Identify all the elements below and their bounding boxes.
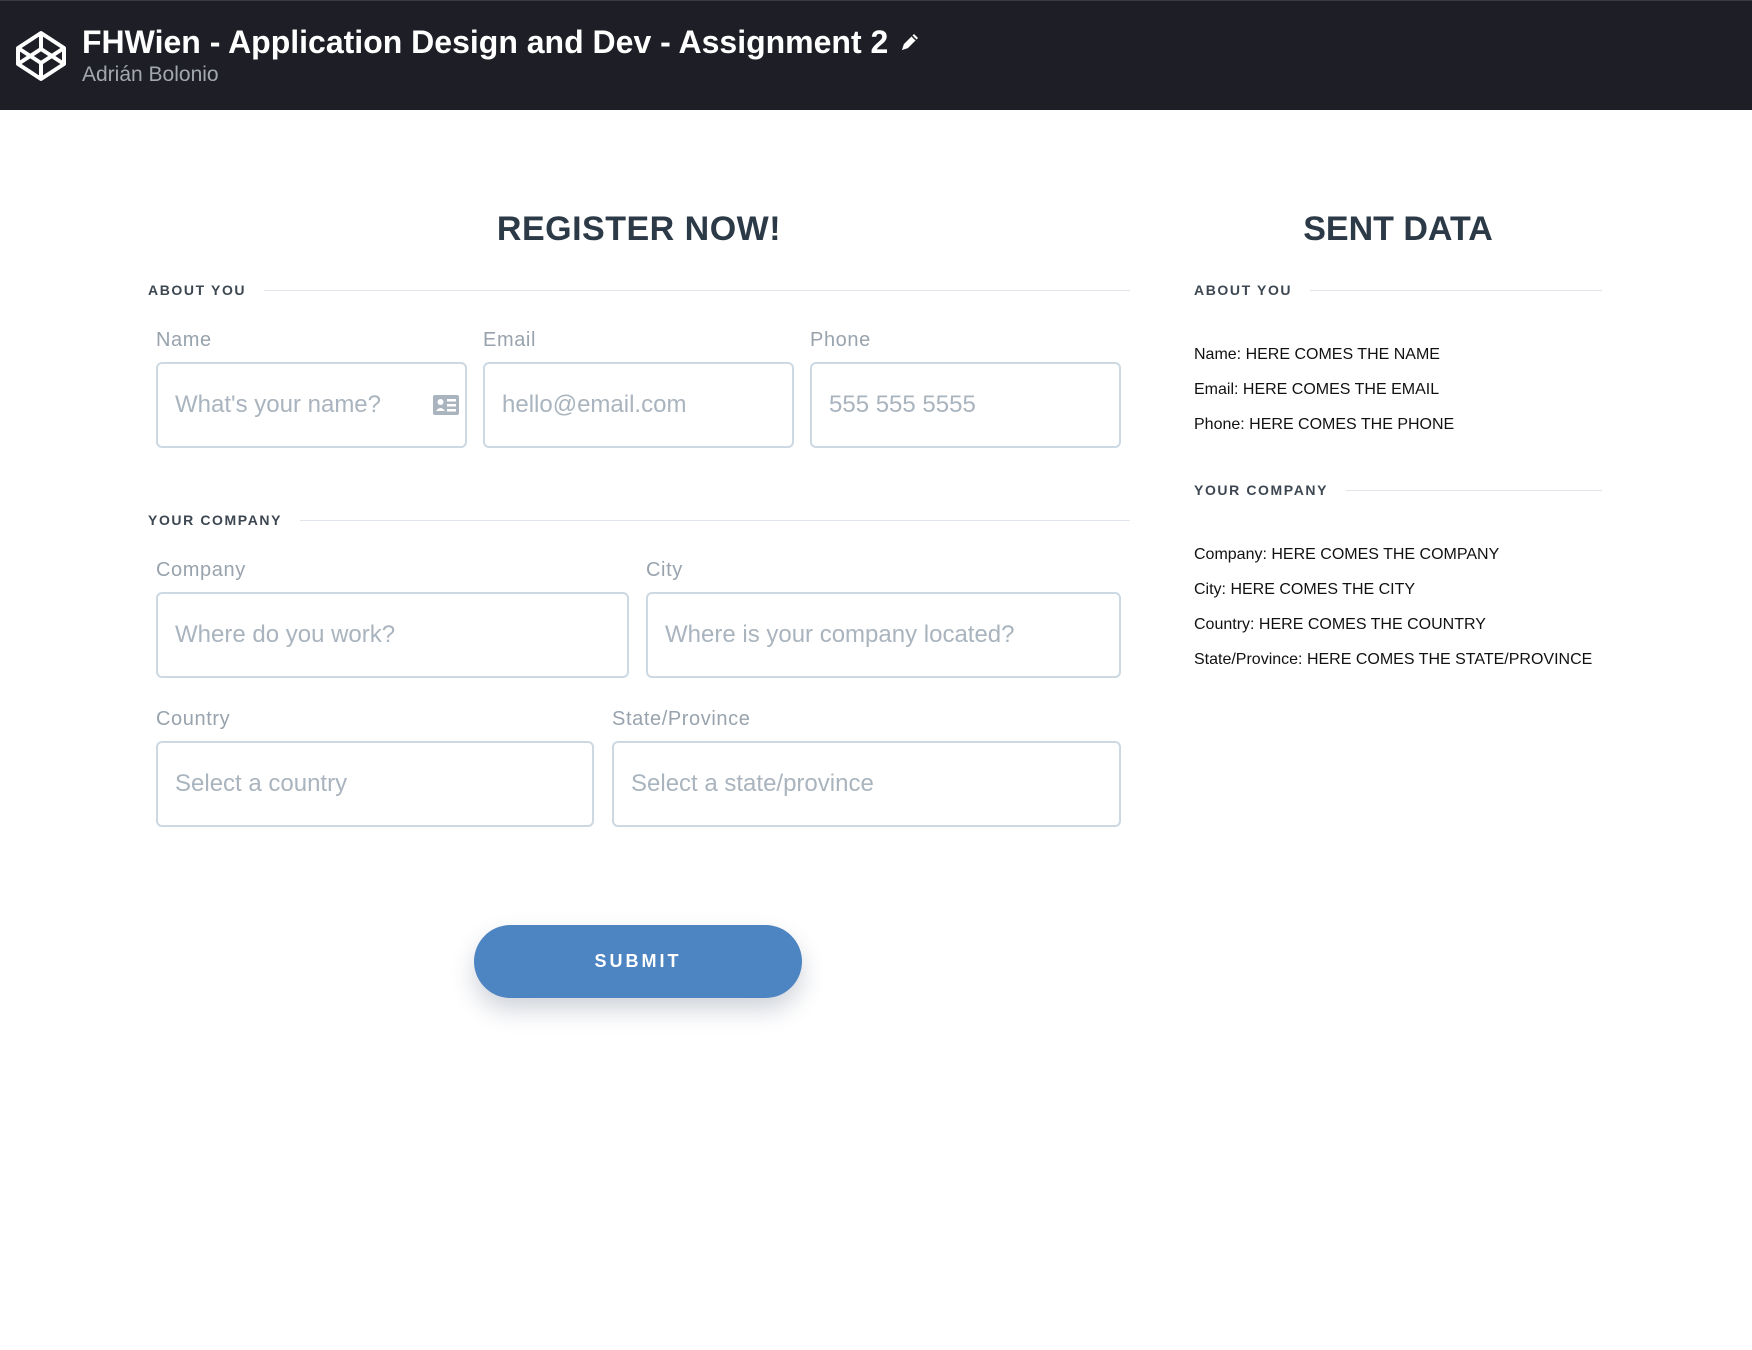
sent-name: Name: HERE COMES THE NAME	[1194, 346, 1440, 363]
name-label: Name	[156, 329, 212, 351]
pen-title-block: FHWien - Application Design and Dev - As…	[82, 21, 922, 89]
country-field: Country Select a country	[156, 707, 594, 827]
submit-button[interactable]: SUBMIT	[474, 925, 802, 998]
phone-field: Phone 555 555 5555	[810, 328, 1121, 448]
sent-your-company-section-title: YOUR COMPANY	[1194, 482, 1329, 498]
email-input[interactable]: hello@email.com	[483, 362, 794, 448]
your-company-section-header: YOUR COMPANY	[148, 512, 1130, 528]
name-placeholder: What's your name?	[175, 391, 382, 418]
sent-country: Country: HERE COMES THE COUNTRY	[1194, 616, 1486, 633]
about-you-section-header: ABOUT YOU	[148, 282, 1130, 298]
sent-company: Company: HERE COMES THE COMPANY	[1194, 546, 1500, 563]
section-divider	[1310, 289, 1602, 291]
phone-input[interactable]: 555 555 5555	[810, 362, 1121, 448]
city-field: City Where is your company located?	[646, 558, 1121, 678]
sent-phone: Phone: HERE COMES THE PHONE	[1194, 416, 1455, 433]
sent-email: Email: HERE COMES THE EMAIL	[1194, 381, 1440, 398]
state-field: State/Province Select a state/province	[612, 707, 1121, 827]
company-field: Company Where do you work?	[156, 558, 629, 678]
sent-data-heading: SENT DATA	[1303, 210, 1493, 248]
author-name[interactable]: Adrián Bolonio	[82, 61, 922, 89]
phone-placeholder: 555 555 5555	[829, 391, 976, 418]
email-label: Email	[483, 329, 537, 351]
company-input[interactable]: Where do you work?	[156, 592, 629, 678]
section-divider	[264, 289, 1130, 291]
section-divider	[300, 519, 1130, 521]
pencil-icon[interactable]	[898, 30, 922, 54]
contact-card-icon	[433, 395, 459, 415]
state-select[interactable]: Select a state/province	[612, 741, 1121, 827]
city-placeholder: Where is your company located?	[665, 621, 1015, 648]
sent-your-company-section-header: YOUR COMPANY	[1194, 482, 1602, 498]
name-input[interactable]: What's your name?	[156, 362, 467, 448]
name-field: Name What's your name?	[156, 328, 467, 448]
company-label: Company	[156, 559, 246, 581]
sent-city: City: HERE COMES THE CITY	[1194, 581, 1416, 598]
top-bar: FHWien - Application Design and Dev - As…	[0, 0, 1752, 110]
form-heading: REGISTER NOW!	[496, 210, 782, 248]
phone-label: Phone	[810, 329, 871, 351]
about-you-section-title: ABOUT YOU	[148, 282, 247, 298]
pen-title[interactable]: FHWien - Application Design and Dev - As…	[82, 21, 922, 63]
state-label: State/Province	[612, 708, 751, 730]
country-placeholder: Select a country	[175, 770, 348, 797]
sent-state: State/Province: HERE COMES THE STATE/PRO…	[1194, 651, 1593, 668]
codepen-logo-icon[interactable]	[14, 29, 68, 83]
state-placeholder: Select a state/province	[631, 770, 874, 797]
country-label: Country	[156, 708, 231, 730]
sent-about-you-section-title: ABOUT YOU	[1194, 282, 1293, 298]
city-input[interactable]: Where is your company located?	[646, 592, 1121, 678]
email-placeholder: hello@email.com	[502, 391, 687, 418]
company-placeholder: Where do you work?	[175, 621, 396, 648]
pen-title-text[interactable]: FHWien - Application Design and Dev - As…	[82, 21, 888, 63]
city-label: City	[646, 559, 683, 581]
email-field: Email hello@email.com	[483, 328, 794, 448]
sent-about-you-section-header: ABOUT YOU	[1194, 282, 1602, 298]
country-select[interactable]: Select a country	[156, 741, 594, 827]
section-divider	[1346, 489, 1602, 491]
your-company-section-title: YOUR COMPANY	[148, 512, 283, 528]
